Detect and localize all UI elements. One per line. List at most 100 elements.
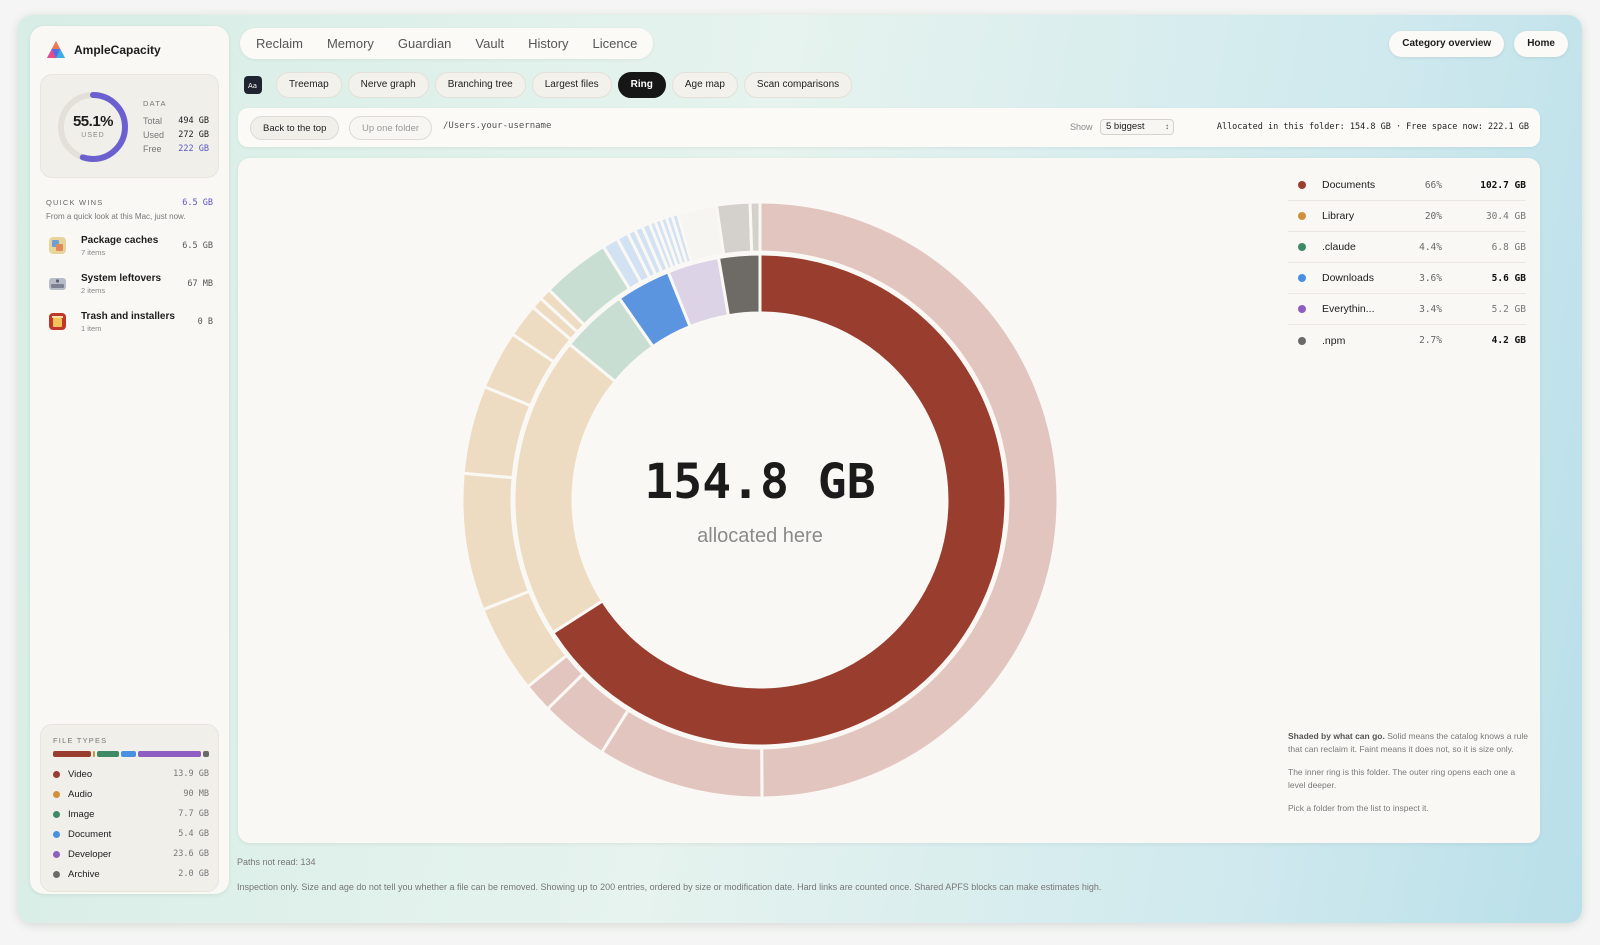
view-treemap[interactable]: Treemap xyxy=(276,72,342,98)
quick-wins-subtitle: From a quick look at this Mac, just now. xyxy=(46,212,186,221)
path-bar: Back to the top Up one folder /Users.you… xyxy=(238,108,1540,147)
legend-size: 6.8 GB xyxy=(1491,241,1526,253)
quick-win-title: System leftovers xyxy=(81,273,162,284)
disk-free-label: Free xyxy=(143,144,162,154)
view-ring[interactable]: Ring xyxy=(617,72,666,98)
quick-win-size: 0 B xyxy=(197,317,213,327)
app-logo-icon xyxy=(47,41,65,58)
tab-licence[interactable]: Licence xyxy=(581,28,650,59)
tab-history[interactable]: History xyxy=(516,28,580,59)
note-shading-title: Shaded by what can go. xyxy=(1288,731,1385,741)
file-type-size: 5.4 GB xyxy=(178,829,209,839)
disk-total-value: 494 GB xyxy=(178,116,209,126)
file-type-bar-segment xyxy=(97,751,120,757)
file-type-row[interactable]: Document 5.4 GB xyxy=(53,827,209,841)
legend-dot xyxy=(1298,305,1306,313)
font-app-icon[interactable]: Aa xyxy=(244,76,262,94)
quick-win-size: 6.5 GB xyxy=(182,241,213,251)
note-shading: Shaded by what can go. Solid means the c… xyxy=(1288,730,1528,756)
file-type-size: 7.7 GB xyxy=(178,809,209,819)
file-type-dot xyxy=(53,830,60,838)
quick-win-title: Package caches xyxy=(81,235,159,246)
legend-row[interactable]: .npm 2.7% 4.2 GB xyxy=(1288,325,1526,356)
view-nerve-graph[interactable]: Nerve graph xyxy=(347,72,429,98)
view-largest-files[interactable]: Largest files xyxy=(531,72,612,98)
view-branching-tree[interactable]: Branching tree xyxy=(434,72,526,98)
file-types-bar xyxy=(53,751,209,757)
legend-dot xyxy=(1298,243,1306,251)
file-type-name: Developer xyxy=(68,848,112,860)
view-age-map[interactable]: Age map xyxy=(671,72,738,98)
file-type-dot xyxy=(53,810,60,818)
ring-notes: Shaded by what can go. Solid means the c… xyxy=(1288,730,1528,825)
view-scan-comparisons[interactable]: Scan comparisons xyxy=(743,72,853,98)
legend-size: 4.2 GB xyxy=(1491,335,1526,346)
quick-win-system-leftovers[interactable]: System leftovers 2 items 67 MB xyxy=(48,271,213,301)
file-type-bar-segment xyxy=(137,751,202,757)
legend-size: 5.6 GB xyxy=(1491,272,1526,284)
legend-percent: 2.7% xyxy=(1419,335,1442,346)
tab-vault[interactable]: Vault xyxy=(463,28,516,59)
file-type-name: Audio xyxy=(68,788,93,800)
disk-free-row: Free 222 GB xyxy=(143,144,209,154)
legend-name: .npm xyxy=(1322,334,1346,347)
legend-percent: 20% xyxy=(1424,210,1442,222)
ring-center-value: 154.8 GB xyxy=(644,454,876,510)
file-type-dot xyxy=(53,790,60,798)
quick-win-count: 2 items xyxy=(81,286,106,295)
main-tabs: Reclaim Memory Guardian Vault History Li… xyxy=(240,28,654,59)
package-icon xyxy=(49,237,66,254)
legend-row[interactable]: Documents 66% 102.7 GB xyxy=(1288,170,1526,201)
ring-center-label: allocated here xyxy=(697,525,823,547)
chevron-updown-icon: ↕ xyxy=(1165,122,1169,131)
file-type-bar-segment xyxy=(92,751,96,757)
file-type-row[interactable]: Developer 23.6 GB xyxy=(53,847,209,861)
tab-reclaim[interactable]: Reclaim xyxy=(244,28,315,59)
outer-ring-segment[interactable] xyxy=(714,200,754,257)
legend-row[interactable]: Downloads 3.6% 5.6 GB xyxy=(1288,263,1526,294)
home-button[interactable]: Home xyxy=(1514,31,1568,57)
file-type-bar-segment xyxy=(121,751,136,757)
outer-ring-segment[interactable] xyxy=(748,200,762,254)
disk-total-row: Total 494 GB xyxy=(143,116,209,126)
legend-percent: 66% xyxy=(1424,179,1442,191)
show-count-select[interactable]: 5 biggest ↕ xyxy=(1100,119,1174,135)
file-type-bar-segment xyxy=(203,751,209,757)
disk-free-value: 222 GB xyxy=(178,144,209,154)
data-heading: DATA xyxy=(143,99,167,108)
quick-win-package-caches[interactable]: Package caches 7 items 6.5 GB xyxy=(48,233,213,263)
file-type-size: 90 MB xyxy=(183,789,209,799)
legend-percent: 4.4% xyxy=(1419,241,1442,253)
quick-wins-total: 6.5 GB xyxy=(182,198,213,208)
quick-win-trash-and-installers[interactable]: Trash and installers 1 item 0 B xyxy=(48,309,213,339)
show-count-value: 5 biggest xyxy=(1106,121,1145,132)
legend-name: Everythin... xyxy=(1322,303,1375,315)
category-overview-button[interactable]: Category overview xyxy=(1389,31,1505,57)
legend-dot xyxy=(1298,181,1306,189)
file-type-dot xyxy=(53,770,60,778)
disk-used-row: Used 272 GB xyxy=(143,130,209,140)
tab-guardian[interactable]: Guardian xyxy=(386,28,463,59)
file-type-size: 23.6 GB xyxy=(173,849,209,859)
back-to-top-button[interactable]: Back to the top xyxy=(250,116,340,140)
file-type-bar-segment xyxy=(53,751,91,757)
legend-row[interactable]: .claude 4.4% 6.8 GB xyxy=(1288,232,1526,263)
legend-dot xyxy=(1298,274,1306,282)
file-type-row[interactable]: Archive 2.0 GB xyxy=(53,867,209,881)
current-path: /Users.your-username xyxy=(443,121,552,131)
quick-win-count: 1 item xyxy=(81,324,102,333)
tab-memory[interactable]: Memory xyxy=(315,28,386,59)
paths-not-read: Paths not read: 134 xyxy=(237,857,316,867)
file-type-row[interactable]: Image 7.7 GB xyxy=(53,807,209,821)
legend-row[interactable]: Everythin... 3.4% 5.2 GB xyxy=(1288,294,1526,325)
app-window: AmpleCapacity 55.1% USED DATA Total 494 … xyxy=(18,15,1582,923)
footer-disclaimer: Inspection only. Size and age do not tel… xyxy=(237,882,1102,892)
file-type-row[interactable]: Audio 90 MB xyxy=(53,787,209,801)
legend-size: 30.4 GB xyxy=(1485,210,1526,222)
legend-row[interactable]: Library 20% 30.4 GB xyxy=(1288,201,1526,232)
up-one-folder-button[interactable]: Up one folder xyxy=(349,116,433,140)
note-pick: Pick a folder from the list to inspect i… xyxy=(1288,803,1429,813)
drive-icon xyxy=(49,278,66,290)
file-type-row[interactable]: Video 13.9 GB xyxy=(53,767,209,781)
trash-icon xyxy=(49,313,66,330)
